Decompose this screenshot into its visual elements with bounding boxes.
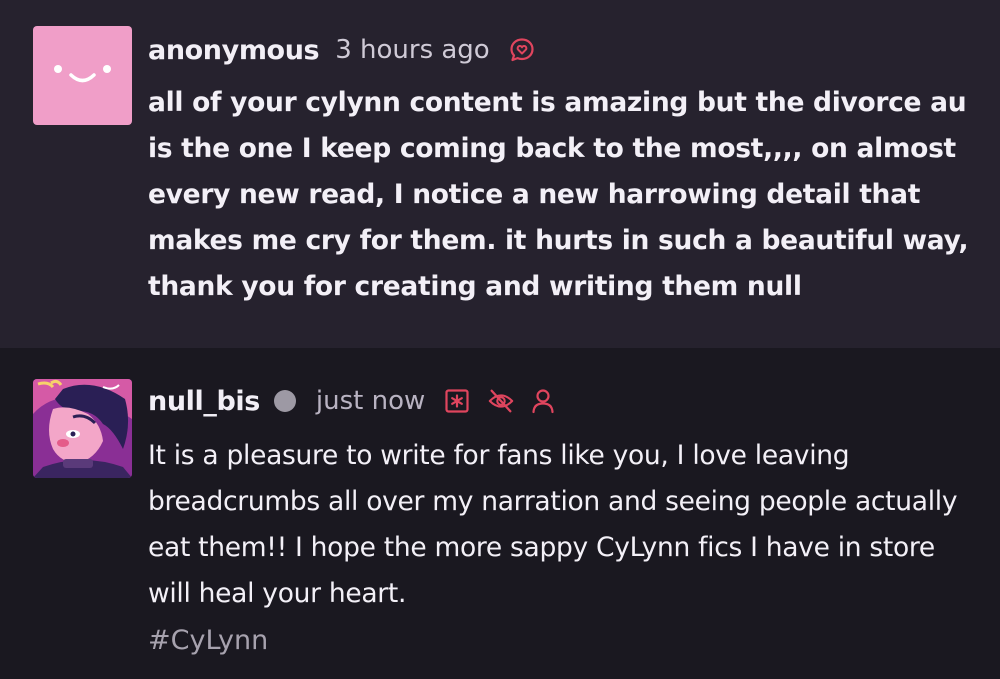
ask-message: all of your cylynn content is amazing bu…	[148, 87, 969, 302]
ask-post: anonymous 3 hours ago all of your cylynn…	[0, 0, 1000, 348]
reply-message: It is a pleasure to write for fans like …	[148, 440, 958, 609]
ask-header: anonymous 3 hours ago	[148, 28, 536, 72]
status-dot-icon	[273, 390, 296, 412]
ask-heart-bubble-icon	[508, 36, 536, 64]
hidden-eye-slash-icon[interactable]	[487, 387, 515, 415]
ask-username[interactable]: anonymous	[148, 35, 320, 66]
user-icon[interactable]	[529, 387, 557, 415]
ask-timestamp[interactable]: 3 hours ago	[335, 35, 490, 65]
anonymous-avatar[interactable]	[33, 26, 132, 125]
tag-link[interactable]: #CyLynn	[148, 625, 268, 656]
reply-username[interactable]: null_bis	[148, 386, 260, 417]
content-warning-asterisk-icon[interactable]	[443, 387, 471, 415]
null-bis-avatar[interactable]	[33, 379, 132, 478]
reply-timestamp[interactable]: just now	[316, 386, 425, 416]
reply-post: null_bis just now It is a pleasure to wr…	[0, 348, 1000, 679]
reply-header: null_bis just now	[148, 379, 557, 423]
